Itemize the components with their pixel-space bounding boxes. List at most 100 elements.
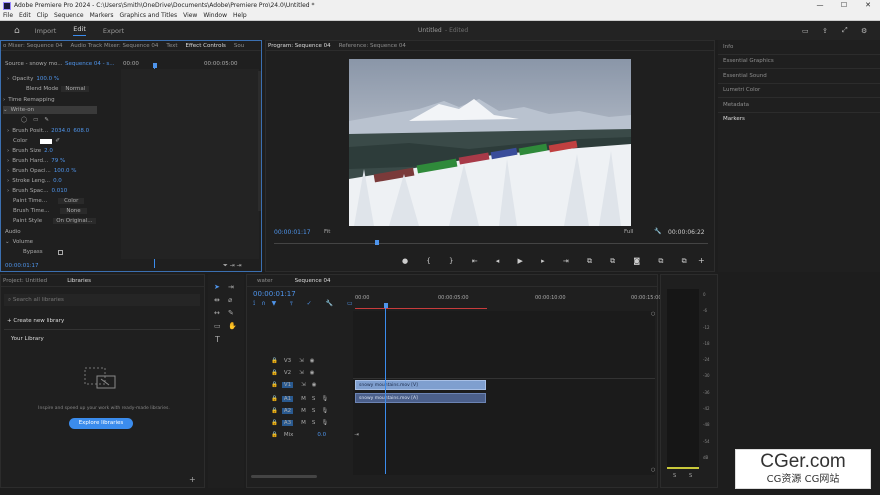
zoom-fit-select[interactable]: Fit <box>324 229 330 235</box>
workspace-export[interactable]: Export <box>103 27 124 35</box>
color-swatch[interactable] <box>40 138 53 144</box>
program-video-frame[interactable] <box>349 59 631 226</box>
razor-tool-icon[interactable]: ⌀ <box>228 296 232 304</box>
panel-info[interactable]: Info <box>718 40 880 55</box>
playback-resolution-select[interactable]: Full <box>624 229 633 235</box>
sync-lock-icon[interactable]: ⇲ <box>299 370 304 376</box>
timeline-zoom-scrollbar[interactable] <box>251 475 317 478</box>
mic-icon[interactable]: 🎙 <box>321 396 328 402</box>
eye-icon[interactable]: ◉ <box>312 382 317 388</box>
mute-button[interactable]: M <box>301 408 306 414</box>
selection-tool-icon[interactable]: ➤ <box>214 283 220 291</box>
row-write-on[interactable]: ⌄ Write-on <box>3 106 97 114</box>
sync-lock-icon[interactable]: ⇲ <box>301 382 306 388</box>
transport-controls[interactable]: ● { } ⇤ ◂ ▶ ▸ ⇥ ⧉ ⧉ ◙ ⧉ ⧉ <box>402 257 695 266</box>
home-icon[interactable]: ⌂ <box>14 26 20 36</box>
explore-libraries-button[interactable]: Explore libraries <box>69 418 133 429</box>
tab-source[interactable]: Sou <box>234 43 244 49</box>
lock-icon[interactable]: 🔒 <box>271 432 278 438</box>
video-clip[interactable]: snowy mountains.mov [V] <box>355 380 486 390</box>
lock-icon[interactable]: 🔒 <box>271 420 278 426</box>
hand-tool-icon[interactable]: ✋ <box>228 322 237 330</box>
timeline-timecode[interactable]: 00:00:01:17 <box>253 290 296 298</box>
panel-metadata[interactable]: Metadata <box>718 98 880 113</box>
tab-effect-controls[interactable]: Effect Controls <box>186 43 226 49</box>
program-scrub-bar[interactable] <box>274 243 708 244</box>
solo-button[interactable]: S <box>312 396 316 402</box>
settings-icon[interactable]: ⚙ <box>861 27 867 35</box>
program-timecode[interactable]: 00:00:01:17 <box>274 229 311 236</box>
panel-lumetri-color[interactable]: Lumetri Color <box>718 84 880 98</box>
ec-scrollbar[interactable] <box>258 71 261 211</box>
pen-tool-icon[interactable]: ✎ <box>228 309 234 317</box>
workspace-import[interactable]: Import <box>35 27 57 35</box>
tab-audio-track-mixer[interactable]: Audio Track Mixer: Sequence 04 <box>71 43 159 49</box>
ellipse-mask-icon[interactable]: ◯ <box>21 117 27 123</box>
timeline-toolbar[interactable]: ⟟∩▼ ⫯ ✓ 🔧 ▭ <box>253 300 359 308</box>
add-button-icon[interactable]: + <box>698 256 705 265</box>
minimize-button[interactable]: — <box>808 0 832 11</box>
source-clip-selector[interactable]: Source - snowy mo... <box>5 61 62 67</box>
bypass-checkbox[interactable] <box>57 249 63 255</box>
eye-icon[interactable]: ◉ <box>310 370 315 376</box>
pen-mask-icon[interactable]: ✎ <box>44 117 49 123</box>
eyedropper-icon[interactable]: ✐ <box>55 138 60 144</box>
solo-right-button[interactable]: S <box>689 473 692 479</box>
menu-help[interactable]: Help <box>233 12 247 19</box>
menu-markers[interactable]: Markers <box>90 12 114 19</box>
timeline-scroll-handle-top[interactable]: ○ <box>651 311 655 317</box>
tab-water[interactable]: water <box>257 278 273 284</box>
fullscreen-icon[interactable]: ⤢ <box>842 26 848 35</box>
close-button[interactable]: ✕ <box>856 0 880 11</box>
tab-program[interactable]: Program: Sequence 04 <box>268 43 331 49</box>
ripple-edit-tool-icon[interactable]: ⇹ <box>214 296 220 304</box>
audio-clip[interactable]: snowy mountains.mov [A] <box>355 393 486 403</box>
mic-icon[interactable]: 🎙 <box>321 420 328 426</box>
tab-reference[interactable]: Reference: Sequence 04 <box>339 43 406 49</box>
type-tool-icon[interactable]: T <box>215 335 220 344</box>
mute-button[interactable]: M <box>301 420 306 426</box>
add-icon[interactable]: + <box>189 475 196 484</box>
library-search-input[interactable]: ⌕ Search all libraries <box>4 294 200 306</box>
sequence-clip-selector[interactable]: Sequence 04 - s... <box>65 61 114 67</box>
mix-end-icon[interactable]: ⇥ <box>354 432 359 438</box>
tab-text[interactable]: Text <box>166 43 177 49</box>
menu-window[interactable]: Window <box>203 12 227 19</box>
rectangle-tool-icon[interactable]: ▭ <box>214 322 221 330</box>
solo-left-button[interactable]: S <box>673 473 676 479</box>
tab-libraries[interactable]: Libraries <box>67 278 91 284</box>
create-library-button[interactable]: + Create new library <box>7 318 64 324</box>
menu-clip[interactable]: Clip <box>37 12 48 19</box>
panel-essential-graphics[interactable]: Essential Graphics <box>718 55 880 69</box>
slip-tool-icon[interactable]: ↔ <box>214 309 220 317</box>
workspace-edit[interactable]: Edit <box>73 25 86 36</box>
eye-icon[interactable]: ◉ <box>310 358 315 364</box>
ec-keyframe-area[interactable] <box>121 69 259 259</box>
lock-icon[interactable]: 🔒 <box>271 358 278 364</box>
mute-button[interactable]: M <box>301 396 306 402</box>
menu-sequence[interactable]: Sequence <box>54 12 84 19</box>
solo-button[interactable]: S <box>312 408 316 414</box>
lock-icon[interactable]: 🔒 <box>271 382 278 388</box>
menu-graphics[interactable]: Graphics and Titles <box>120 12 178 19</box>
lock-icon[interactable]: 🔒 <box>271 396 278 402</box>
share-icon[interactable]: ⇪ <box>822 27 828 35</box>
tab-audio-mixer-a[interactable]: o Mixer: Sequence 04 <box>3 43 63 49</box>
mic-icon[interactable]: 🎙 <box>321 408 328 414</box>
sync-lock-icon[interactable]: ⇲ <box>299 358 304 364</box>
ec-footer-icons[interactable]: ⏷ ⇥ ⇥ <box>223 262 242 270</box>
settings-wrench-icon[interactable]: 🔧 <box>654 228 661 235</box>
lock-icon[interactable]: 🔒 <box>271 370 278 376</box>
track-select-tool-icon[interactable]: ⇥ <box>228 283 234 291</box>
tab-project[interactable]: Project: Untitled <box>3 278 47 284</box>
maximize-button[interactable]: ☐ <box>832 0 856 11</box>
panel-essential-sound[interactable]: Essential Sound <box>718 69 880 84</box>
rect-mask-icon[interactable]: ▭ <box>33 117 38 123</box>
ec-timecode[interactable]: 00:00:01:17 <box>5 263 39 269</box>
timeline-scroll-handle-bottom[interactable]: ○ <box>651 467 655 473</box>
menu-view[interactable]: View <box>183 12 197 19</box>
lock-icon[interactable]: 🔒 <box>271 408 278 414</box>
solo-button[interactable]: S <box>312 420 316 426</box>
program-playhead[interactable] <box>375 240 379 245</box>
panel-layout-icon[interactable]: ▭ <box>802 27 809 35</box>
